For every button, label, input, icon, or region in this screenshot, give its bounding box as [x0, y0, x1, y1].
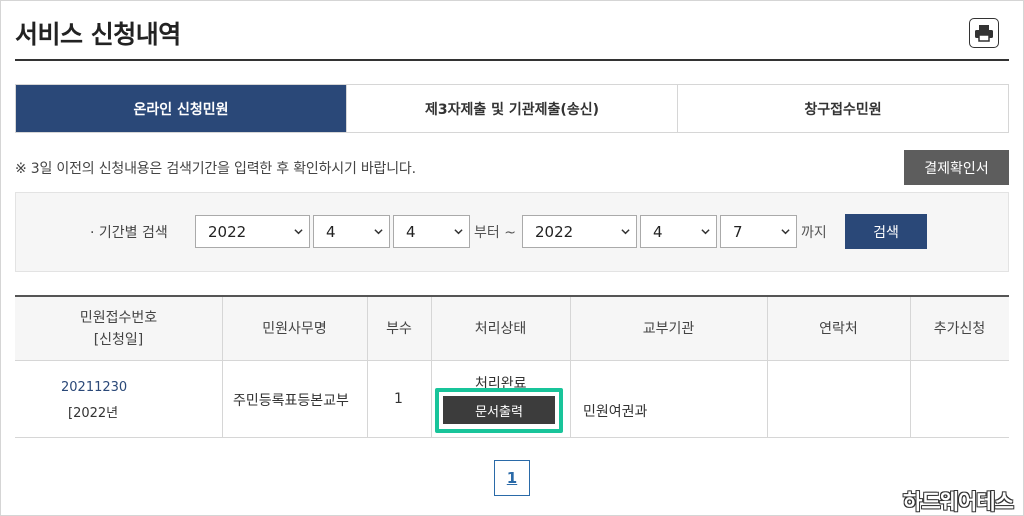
notice-text: ※ 3일 이전의 신청내용은 검색기간을 입력한 후 확인하시기 바랍니다.: [15, 161, 416, 177]
header-receipt-number: 민원접수번호 [신청일]: [15, 307, 222, 351]
tab-bar: 온라인 신청민원 제3자제출 및 기관제출(송신) 창구접수민원: [15, 84, 1009, 133]
to-day-value: 7: [733, 222, 743, 241]
from-month-value: 4: [326, 222, 336, 241]
header-office-name: 민원사무명: [262, 321, 327, 337]
receipt-number-link[interactable]: 20211230: [61, 380, 127, 395]
print-button[interactable]: [969, 18, 999, 48]
chevron-down-icon: [781, 229, 790, 235]
issuer-value: 민원여권과: [583, 404, 648, 420]
header-additional: 추가신청: [933, 321, 986, 337]
tab-counter-application[interactable]: 창구접수민원: [678, 85, 1008, 132]
header-receipt-label: 민원접수번호: [79, 310, 158, 326]
to-month-select[interactable]: 4: [640, 215, 717, 248]
tab-online-application[interactable]: 온라인 신청민원: [16, 85, 347, 132]
from-day-select[interactable]: 4: [393, 215, 470, 248]
from-year-select[interactable]: 2022: [195, 215, 310, 248]
from-suffix: 부터 ~: [474, 225, 516, 241]
search-button[interactable]: 검색: [845, 214, 927, 249]
to-year-select[interactable]: 2022: [522, 215, 637, 248]
chevron-down-icon: [294, 229, 303, 235]
header-contact: 연락처: [819, 321, 858, 337]
watermark-text: 하드웨어테스: [903, 490, 1014, 514]
from-year-value: 2022: [208, 222, 247, 241]
from-month-select[interactable]: 4: [313, 215, 390, 248]
to-suffix: 까지: [801, 225, 827, 241]
printer-icon: [975, 25, 993, 42]
to-day-select[interactable]: 7: [720, 215, 797, 248]
header-status: 처리상태: [474, 321, 527, 337]
chevron-down-icon: [701, 229, 710, 235]
chevron-down-icon: [621, 229, 630, 235]
chevron-down-icon: [374, 229, 383, 235]
header-apply-date-label: [신청일]: [93, 332, 144, 348]
tab-third-party-submission[interactable]: 제3자제출 및 기관제출(송신): [347, 85, 678, 132]
apply-date: [2022년: [68, 406, 119, 421]
highlight-box: [435, 388, 563, 433]
pagination-page-1[interactable]: 1: [494, 460, 530, 496]
title-divider: [15, 59, 1009, 61]
payment-confirmation-button[interactable]: 결제확인서: [904, 150, 1009, 185]
header-issuer: 교부기관: [642, 321, 695, 337]
copies-value: 1: [394, 391, 403, 407]
to-year-value: 2022: [535, 222, 574, 241]
office-name: 주민등록표등본교부: [233, 393, 349, 409]
to-month-value: 4: [653, 222, 663, 241]
page-title: 서비스 신청내역: [15, 20, 181, 49]
search-label: · 기간별 검색: [90, 225, 168, 241]
from-day-value: 4: [406, 222, 416, 241]
header-copies: 부수: [386, 321, 412, 337]
chevron-down-icon: [454, 229, 463, 235]
